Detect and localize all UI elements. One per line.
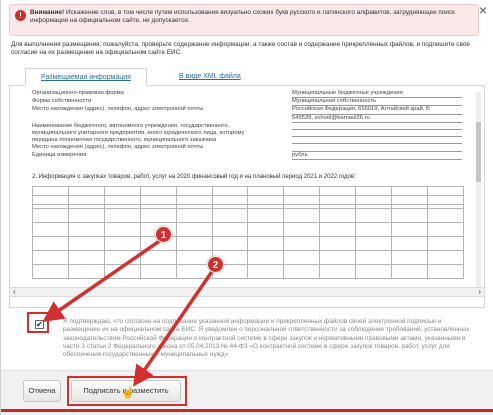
bottom-accent-bar — [1, 409, 493, 412]
hand-cursor-icon: ☝ — [121, 387, 135, 399]
consent-checkbox[interactable]: ✔ — [35, 320, 44, 329]
table-row — [32, 208, 465, 223]
warning-banner: ! Внимание! Искажение слов, в том числе … — [9, 4, 479, 36]
info-row: муниципального унитарного предприятия, и… — [32, 130, 462, 138]
scroll-thumb[interactable] — [476, 122, 481, 182]
warning-icon: ! — [15, 10, 26, 21]
info-row: Место нахождения (адрес), телефон, адрес… — [32, 144, 462, 152]
purchase-table — [32, 186, 465, 279]
tab-placed-info[interactable]: Размещаемая информация — [25, 68, 147, 86]
table-header-row — [32, 186, 465, 196]
warning-text: Искажение слов, в том числе путем исполь… — [30, 9, 455, 24]
info-row: Единица измерения: рубль — [32, 152, 462, 160]
vertical-scrollbar[interactable] — [476, 92, 481, 292]
cancel-button[interactable]: Отмена — [23, 380, 61, 402]
info-row: Наименование бюджетного, автономного учр… — [32, 123, 462, 131]
document-preview: Организационно-правовая форма Муниципальн… — [9, 86, 485, 308]
close-icon[interactable]: × — [479, 2, 487, 18]
consent-text: Я подтверждаю, что согласен на подписани… — [63, 318, 470, 359]
warning-title: Внимание! — [30, 9, 65, 16]
section-title: 2. Информация о закупках товаров, работ,… — [32, 174, 356, 180]
tab-xml-file[interactable]: В виде XML файла — [169, 68, 251, 86]
table-row — [32, 236, 465, 251]
info-row: 549539, school@barnaul26.ru — [32, 115, 462, 123]
step-badge-1: 1 — [155, 226, 172, 243]
step-badge-2: 2 — [207, 256, 224, 273]
document-info: Организационно-правовая форма Муниципальн… — [32, 90, 462, 160]
scroll-left-icon[interactable]: ‹ — [13, 287, 16, 296]
table-row — [32, 250, 465, 265]
scroll-right-icon[interactable]: › — [478, 287, 481, 296]
table-header-row — [32, 195, 465, 205]
info-row: Организационно-правовая форма Муниципальн… — [32, 90, 462, 99]
info-row: Место нахождения (адрес), телефон, адрес… — [32, 106, 462, 115]
table-row — [32, 264, 465, 279]
horizontal-scrollbar[interactable]: ‹ › — [9, 287, 485, 297]
sign-dialog: × ! Внимание! Искажение слов, в том числ… — [0, 0, 493, 415]
table-row — [32, 222, 465, 237]
instruction-text: Для выполнения размещения, пожалуйста, п… — [11, 41, 470, 56]
tab-bar: Размещаемая информация В виде XML файла — [9, 64, 485, 86]
